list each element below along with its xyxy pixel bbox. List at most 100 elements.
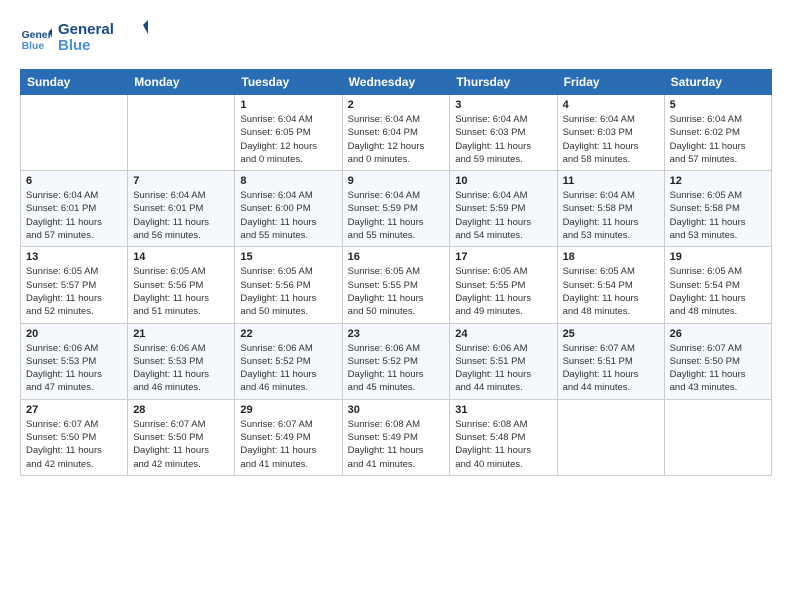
calendar-header-row: SundayMondayTuesdayWednesdayThursdayFrid… [21, 70, 772, 95]
calendar-cell: 17Sunrise: 6:05 AM Sunset: 5:55 PM Dayli… [450, 247, 557, 323]
day-header-wednesday: Wednesday [342, 70, 450, 95]
day-number: 11 [563, 175, 659, 187]
day-number: 22 [240, 328, 336, 340]
calendar-cell: 24 Sunrise: 6:06 AM Sunset: 5:51 PM Dayli… [450, 323, 557, 399]
day-info: Sunrise: 6:05 AM Sunset: 5:54 PM Dayligh… [670, 265, 766, 318]
calendar-cell: 14 Sunrise: 6:05 AM Sunset: 5:56 PM Dayli… [128, 247, 235, 323]
day-info: Sunrise: 6:04 AM Sunset: 6:03 PM Dayligh… [563, 113, 659, 166]
calendar-cell: 30 Sunrise: 6:08 AM Sunset: 5:49 PM Dayli… [342, 399, 450, 475]
svg-text:General: General [58, 21, 114, 38]
day-number: 27 [26, 404, 122, 416]
calendar-cell: 2 Sunrise: 6:04 AM Sunset: 6:04 PM Daylig… [342, 95, 450, 171]
day-number: 14 [133, 251, 229, 263]
day-info: Sunrise: 6:07 AM Sunset: 5:50 PM Dayligh… [133, 418, 229, 471]
day-number: 30 [348, 404, 445, 416]
calendar-cell [128, 95, 235, 171]
day-info: Sunrise: 6:04 AM Sunset: 6:02 PM Dayligh… [670, 113, 766, 166]
day-number: 21 [133, 328, 229, 340]
calendar-cell: 12 Sunrise: 6:05 AM Sunset: 5:58 PM Dayli… [664, 171, 771, 247]
day-info: Sunrise: 6:04 AM Sunset: 5:59 PM Dayligh… [348, 189, 445, 242]
calendar-cell: 19Sunrise: 6:05 AM Sunset: 5:54 PM Dayli… [664, 247, 771, 323]
calendar-cell: 8 Sunrise: 6:04 AM Sunset: 6:00 PM Daylig… [235, 171, 342, 247]
calendar-cell: 18 Sunrise: 6:05 AM Sunset: 5:54 PM Dayli… [557, 247, 664, 323]
logo-icon: General Blue [20, 22, 52, 54]
calendar-cell [557, 399, 664, 475]
week-row-3: 13Sunrise: 6:05 AM Sunset: 5:57 PM Dayli… [21, 247, 772, 323]
day-header-saturday: Saturday [664, 70, 771, 95]
week-row-4: 20 Sunrise: 6:06 AM Sunset: 5:53 PM Dayli… [21, 323, 772, 399]
calendar-cell: 7Sunrise: 6:04 AM Sunset: 6:01 PM Daylig… [128, 171, 235, 247]
day-number: 6 [26, 175, 122, 187]
day-number: 24 [455, 328, 551, 340]
svg-text:Blue: Blue [22, 41, 45, 52]
day-number: 16 [348, 251, 445, 263]
header: General Blue General Blue [20, 16, 772, 59]
day-info: Sunrise: 6:04 AM Sunset: 6:05 PM Dayligh… [240, 113, 336, 166]
svg-text:General: General [22, 30, 52, 41]
day-info: Sunrise: 6:06 AM Sunset: 5:52 PM Dayligh… [348, 342, 445, 395]
week-row-2: 6 Sunrise: 6:04 AM Sunset: 6:01 PM Daylig… [21, 171, 772, 247]
page: General Blue General Blue SundayMondayT [0, 0, 792, 612]
day-info: Sunrise: 6:05 AM Sunset: 5:55 PM Dayligh… [348, 265, 445, 318]
day-info: Sunrise: 6:04 AM Sunset: 6:04 PM Dayligh… [348, 113, 445, 166]
day-number: 8 [240, 175, 336, 187]
calendar-cell: 3 Sunrise: 6:04 AM Sunset: 6:03 PM Daylig… [450, 95, 557, 171]
day-info: Sunrise: 6:08 AM Sunset: 5:48 PM Dayligh… [455, 418, 551, 471]
calendar-cell: 1 Sunrise: 6:04 AM Sunset: 6:05 PM Daylig… [235, 95, 342, 171]
logo-svg: General Blue [58, 16, 148, 54]
day-number: 31 [455, 404, 551, 416]
day-info: Sunrise: 6:06 AM Sunset: 5:51 PM Dayligh… [455, 342, 551, 395]
day-info: Sunrise: 6:06 AM Sunset: 5:52 PM Dayligh… [240, 342, 336, 395]
day-number: 5 [670, 99, 766, 111]
calendar-cell: 13Sunrise: 6:05 AM Sunset: 5:57 PM Dayli… [21, 247, 128, 323]
day-info: Sunrise: 6:07 AM Sunset: 5:50 PM Dayligh… [670, 342, 766, 395]
day-number: 12 [670, 175, 766, 187]
calendar-cell: 29Sunrise: 6:07 AM Sunset: 5:49 PM Dayli… [235, 399, 342, 475]
day-number: 9 [348, 175, 445, 187]
day-header-monday: Monday [128, 70, 235, 95]
week-row-5: 27 Sunrise: 6:07 AM Sunset: 5:50 PM Dayli… [21, 399, 772, 475]
calendar-cell: 22 Sunrise: 6:06 AM Sunset: 5:52 PM Dayli… [235, 323, 342, 399]
day-info: Sunrise: 6:04 AM Sunset: 6:03 PM Dayligh… [455, 113, 551, 166]
calendar-cell [21, 95, 128, 171]
day-info: Sunrise: 6:05 AM Sunset: 5:56 PM Dayligh… [240, 265, 336, 318]
calendar-cell [664, 399, 771, 475]
day-info: Sunrise: 6:07 AM Sunset: 5:51 PM Dayligh… [563, 342, 659, 395]
calendar-cell: 4 Sunrise: 6:04 AM Sunset: 6:03 PM Daylig… [557, 95, 664, 171]
day-info: Sunrise: 6:04 AM Sunset: 5:58 PM Dayligh… [563, 189, 659, 242]
day-header-friday: Friday [557, 70, 664, 95]
day-number: 20 [26, 328, 122, 340]
day-info: Sunrise: 6:04 AM Sunset: 6:01 PM Dayligh… [26, 189, 122, 242]
calendar-cell: 23 Sunrise: 6:06 AM Sunset: 5:52 PM Dayli… [342, 323, 450, 399]
day-number: 10 [455, 175, 551, 187]
day-number: 23 [348, 328, 445, 340]
day-header-sunday: Sunday [21, 70, 128, 95]
logo: General Blue General Blue [20, 16, 148, 59]
day-info: Sunrise: 6:04 AM Sunset: 6:00 PM Dayligh… [240, 189, 336, 242]
day-info: Sunrise: 6:06 AM Sunset: 5:53 PM Dayligh… [26, 342, 122, 395]
day-number: 7 [133, 175, 229, 187]
day-number: 26 [670, 328, 766, 340]
day-info: Sunrise: 6:05 AM Sunset: 5:56 PM Dayligh… [133, 265, 229, 318]
day-number: 3 [455, 99, 551, 111]
svg-text:Blue: Blue [58, 37, 91, 54]
week-row-1: 1 Sunrise: 6:04 AM Sunset: 6:05 PM Daylig… [21, 95, 772, 171]
day-info: Sunrise: 6:04 AM Sunset: 5:59 PM Dayligh… [455, 189, 551, 242]
day-number: 18 [563, 251, 659, 263]
day-header-tuesday: Tuesday [235, 70, 342, 95]
day-info: Sunrise: 6:05 AM Sunset: 5:57 PM Dayligh… [26, 265, 122, 318]
day-info: Sunrise: 6:05 AM Sunset: 5:58 PM Dayligh… [670, 189, 766, 242]
calendar-cell: 16 Sunrise: 6:05 AM Sunset: 5:55 PM Dayli… [342, 247, 450, 323]
calendar-cell: 31 Sunrise: 6:08 AM Sunset: 5:48 PM Dayli… [450, 399, 557, 475]
day-number: 25 [563, 328, 659, 340]
day-number: 2 [348, 99, 445, 111]
calendar-cell: 11 Sunrise: 6:04 AM Sunset: 5:58 PM Dayli… [557, 171, 664, 247]
day-info: Sunrise: 6:05 AM Sunset: 5:54 PM Dayligh… [563, 265, 659, 318]
calendar-cell: 21Sunrise: 6:06 AM Sunset: 5:53 PM Dayli… [128, 323, 235, 399]
day-info: Sunrise: 6:07 AM Sunset: 5:49 PM Dayligh… [240, 418, 336, 471]
day-number: 1 [240, 99, 336, 111]
day-number: 15 [240, 251, 336, 263]
calendar-cell: 26 Sunrise: 6:07 AM Sunset: 5:50 PM Dayli… [664, 323, 771, 399]
day-number: 4 [563, 99, 659, 111]
day-info: Sunrise: 6:08 AM Sunset: 5:49 PM Dayligh… [348, 418, 445, 471]
